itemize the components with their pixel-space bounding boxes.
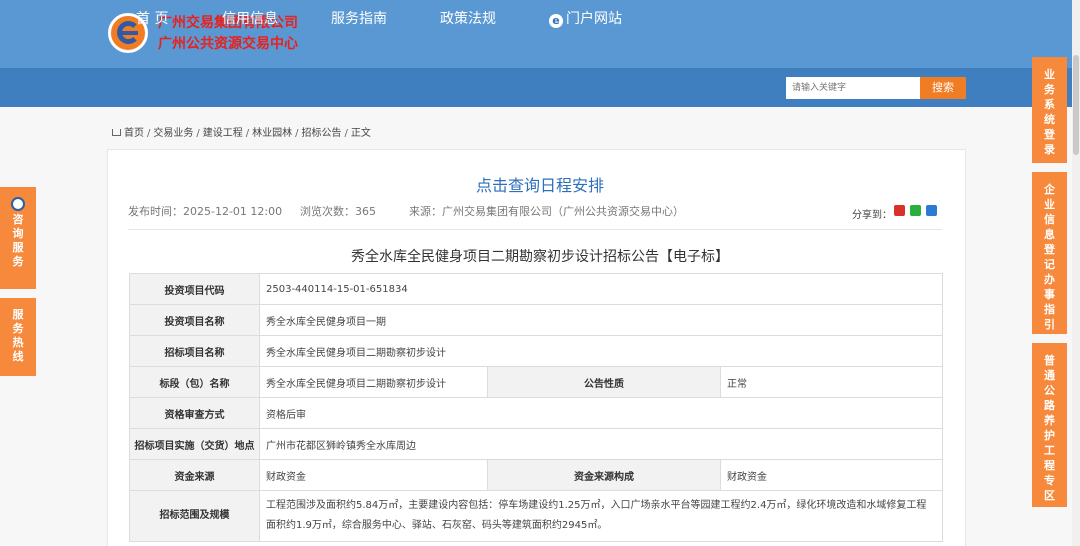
value-fund-source: 财政资金	[259, 459, 488, 491]
table-row: 资格审查方式 资格后审	[129, 397, 943, 429]
value-scope: 工程范围涉及面积约5.84万㎡，主要建设内容包括：停车场建设约1.25万㎡，入口…	[259, 490, 943, 542]
breadcrumb-forestry[interactable]: 林业园林	[252, 128, 292, 139]
breadcrumb-tender[interactable]: 招标公告	[302, 128, 342, 139]
service-avatar-icon	[11, 197, 25, 211]
table-row: 招标项目实施（交货）地点 广州市花都区狮岭镇秀全水库周边	[129, 428, 943, 460]
enterprise-guide-label: 企业信息登记办事指引	[1044, 183, 1055, 331]
wechat-share-icon[interactable]	[910, 205, 921, 216]
nav-portal-label: 门户网站	[566, 11, 622, 27]
value-location: 广州市花都区狮岭镇秀全水库周边	[259, 428, 943, 460]
enterprise-guide-tab[interactable]: 企业信息登记办事指引	[1032, 172, 1067, 334]
nav-service-guide[interactable]: 服务指南	[331, 0, 387, 39]
breadcrumb-construction[interactable]: 建设工程	[203, 128, 243, 139]
value-section: 秀全水库全民健身项目二期勘察初步设计	[259, 366, 488, 398]
label-fund-composition: 资金来源构成	[487, 459, 721, 491]
label-review-method: 资格审查方式	[129, 397, 260, 429]
table-row: 投资项目代码 2503-440114-15-01-651834	[129, 273, 943, 305]
nav-home[interactable]: 首 页	[136, 0, 168, 39]
weibo-share-icon[interactable]	[894, 205, 905, 216]
scrollbar-thumb[interactable]	[1073, 55, 1079, 155]
divider	[128, 229, 942, 230]
search-button[interactable]: 搜索	[920, 77, 966, 99]
label-scope: 招标范围及规模	[129, 490, 260, 542]
breadcrumb-trading[interactable]: 交易业务	[153, 128, 193, 139]
home-icon	[112, 129, 121, 136]
label-section: 标段（包）名称	[129, 366, 260, 398]
table-row: 标段（包）名称 秀全水库全民健身项目二期勘察初步设计 公告性质 正常	[129, 366, 943, 398]
table-row: 招标项目名称 秀全水库全民健身项目二期勘察初步设计	[129, 335, 943, 367]
table-row: 资金来源 财政资金 资金来源构成 财政资金	[129, 459, 943, 491]
qq-share-icon[interactable]	[926, 205, 937, 216]
breadcrumb-current: 正文	[350, 128, 371, 139]
table-row: 招标范围及规模 工程范围涉及面积约5.84万㎡，主要建设内容包括：停车场建设约1…	[129, 490, 943, 542]
road-zone-label: 普通公路养护工程专区	[1044, 354, 1055, 502]
consult-service-tab[interactable]: 咨询服务	[0, 187, 36, 289]
publish-time: 发布时间：2025-12-01 12:00	[128, 205, 283, 218]
article-source: 来源：广州交易集团有限公司（广州公共资源交易中心）	[409, 205, 684, 218]
ie-icon: e	[549, 14, 563, 28]
search-input[interactable]	[786, 77, 920, 99]
breadcrumb-home[interactable]: 首页	[124, 128, 144, 139]
info-table: 投资项目代码 2503-440114-15-01-651834 投资项目名称 秀…	[129, 273, 943, 542]
label-notice-nature: 公告性质	[487, 366, 721, 398]
schedule-link[interactable]: 点击查询日程安排	[0, 172, 1080, 196]
service-hotline-label: 服务热线	[12, 308, 24, 363]
service-hotline-tab[interactable]: 服务热线	[0, 298, 36, 376]
label-location: 招标项目实施（交货）地点	[129, 428, 260, 460]
article-title: 秀全水库全民健身项目二期勘察初步设计招标公告【电子标】	[351, 249, 729, 265]
label-investment-code: 投资项目代码	[129, 273, 260, 305]
view-count: 浏览次数：365	[300, 205, 376, 218]
value-review-method: 资格后审	[259, 397, 943, 429]
nav-portal[interactable]: e 门户网站	[549, 0, 622, 39]
nav-credit[interactable]: 信用信息	[222, 0, 278, 39]
road-zone-tab[interactable]: 普通公路养护工程专区	[1032, 343, 1067, 507]
label-investment-name: 投资项目名称	[129, 304, 260, 336]
nav-policy[interactable]: 政策法规	[440, 0, 496, 39]
value-bid-name: 秀全水库全民健身项目二期勘察初步设计	[259, 335, 943, 367]
table-row: 投资项目名称 秀全水库全民健身项目一期	[129, 304, 943, 336]
consult-service-label: 咨询服务	[12, 213, 24, 268]
label-fund-source: 资金来源	[129, 459, 260, 491]
label-bid-name: 招标项目名称	[129, 335, 260, 367]
value-investment-name: 秀全水库全民健身项目一期	[259, 304, 943, 336]
value-investment-code: 2503-440114-15-01-651834	[259, 273, 943, 305]
breadcrumb: 首页 / 交易业务 / 建设工程 / 林业园林 / 招标公告 / 正文	[112, 124, 371, 139]
value-notice-nature: 正常	[720, 366, 943, 398]
value-fund-composition: 财政资金	[720, 459, 943, 491]
business-login-label: 业务系统登录	[1044, 68, 1055, 156]
share-label: 分享到：	[852, 210, 892, 221]
business-login-tab[interactable]: 业务系统登录	[1032, 57, 1067, 163]
